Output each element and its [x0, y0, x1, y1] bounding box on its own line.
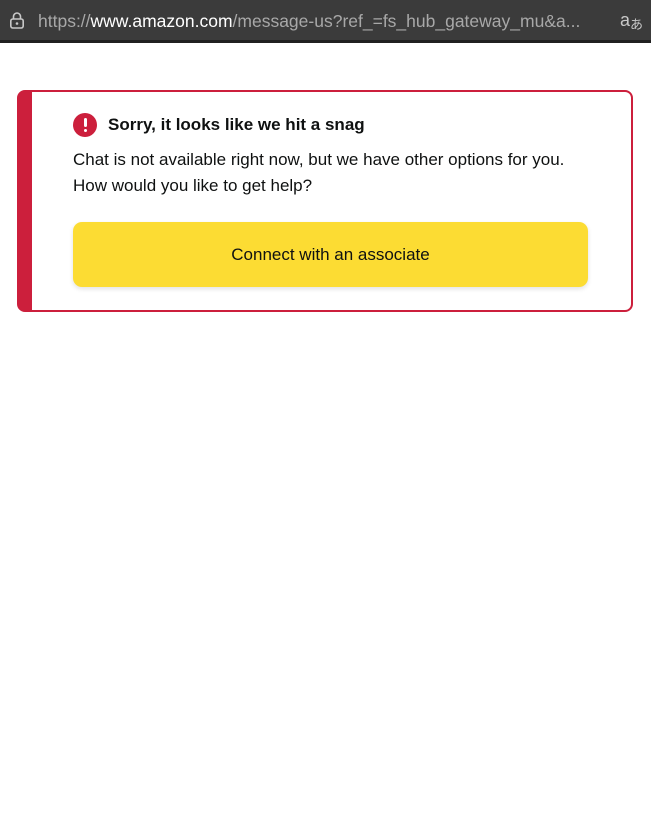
translate-icon[interactable]: aあ: [620, 9, 646, 31]
translate-glyph-latin: a: [620, 10, 631, 30]
url-prefix: https://: [38, 11, 91, 31]
translate-glyph-kana: あ: [630, 17, 644, 31]
url-text[interactable]: https://www.amazon.com/message-us?ref_=f…: [38, 10, 603, 32]
error-alert-box: Sorry, it looks like we hit a snag Chat …: [17, 90, 633, 312]
url-path: /message-us?ref_=fs_hub_gateway_mu&a...: [232, 11, 581, 31]
connect-with-associate-button[interactable]: Connect with an associate: [73, 222, 588, 287]
url-host: www.amazon.com: [90, 11, 233, 31]
lock-icon[interactable]: [9, 11, 25, 29]
exclamation-circle-icon: [73, 113, 97, 137]
alert-message: Chat is not available right now, but we …: [73, 150, 565, 195]
address-bar[interactable]: https://www.amazon.com/message-us?ref_=f…: [0, 0, 651, 43]
alert-title: Sorry, it looks like we hit a snag: [108, 115, 365, 134]
